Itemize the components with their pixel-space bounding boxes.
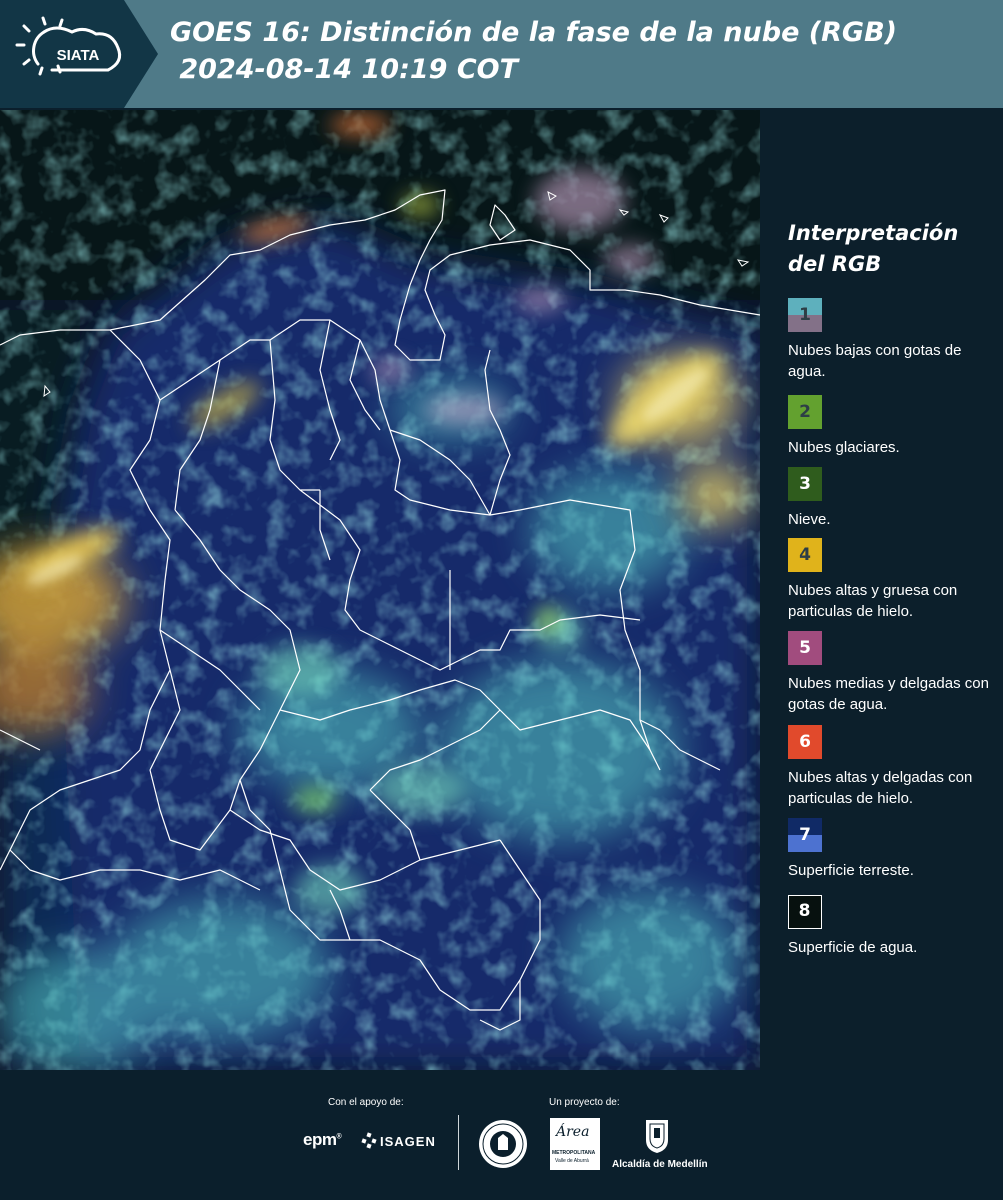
legend-item-8: 8 Superficie de agua. (788, 895, 998, 958)
support-label: Con el apoyo de: (328, 1097, 404, 1108)
header-bar: SIATA GOES 16: Distinción de la fase de … (0, 0, 1003, 108)
legend-item-4: 4 Nubes altas y gruesa con particulas de… (788, 538, 998, 622)
legend-label-6: Nubes altas y delgadas con particulas de… (788, 769, 973, 807)
epm-text: epm (303, 1130, 337, 1149)
alcaldia-label: Alcaldía de Medellín (612, 1159, 708, 1170)
legend-label-2: Nubes glaciares. (788, 439, 900, 456)
municipality-seal (477, 1118, 529, 1175)
title-line-1: GOES 16: Distinción de la fase de la nub… (170, 17, 897, 48)
legend-number-4: 4 (799, 545, 811, 565)
epm-logo: epm® (303, 1130, 342, 1149)
alcaldia-shield-icon (644, 1118, 670, 1159)
footer: Con el apoyo de: Un proyecto de: epm® IS… (0, 1070, 1003, 1200)
legend-item-1: 1 Nubes bajas con gotas de agua. (788, 298, 998, 382)
legend-item-5: 5 Nubes medias y delgadas con gotas de a… (788, 631, 998, 715)
legend-label-7: Superficie terreste. (788, 862, 914, 879)
legend-item-3: 3 Nieve. (788, 467, 998, 530)
project-label: Un proyecto de: (549, 1097, 620, 1108)
isagen-text: ISAGEN (380, 1134, 436, 1149)
legend-number-1: 1 (799, 305, 811, 325)
legend-title: Interpretación del RGB (788, 221, 959, 276)
legend-swatch-4: 4 (788, 538, 822, 572)
legend-item-7: 7 Superficie terreste. (788, 818, 998, 881)
isagen-icon (361, 1132, 377, 1149)
area-metropolitana-logo: Área METROPOLITANA Valle de Aburrá (550, 1118, 600, 1170)
legend-number-8: 8 (798, 901, 811, 921)
legend-number-2: 2 (799, 402, 811, 422)
legend-label-4: Nubes altas y gruesa con particulas de h… (788, 582, 958, 620)
legend-number-3: 3 (799, 474, 811, 494)
legend-swatch-1: 1 (788, 298, 822, 332)
footer-divider (458, 1115, 459, 1170)
legend-item-2: 2 Nubes glaciares. (788, 395, 998, 458)
legend-item-6: 6 Nubes altas y delgadas con particulas … (788, 725, 998, 809)
title-line-2: 2024-08-14 10:19 COT (170, 54, 519, 85)
area-sub-1: METROPOLITANA (552, 1150, 596, 1156)
legend-label-1: Nubes bajas con gotas de agua. (788, 342, 962, 380)
legend-swatch-3: 3 (788, 467, 822, 501)
legend-swatch-8: 8 (788, 895, 822, 929)
legend-swatch-5: 5 (788, 631, 822, 665)
legend-number-5: 5 (799, 638, 811, 658)
legend-number-7: 7 (799, 825, 811, 845)
page-title: GOES 16: Distinción de la fase de la nub… (170, 14, 897, 88)
satellite-map (0, 110, 760, 1070)
legend-swatch-6: 6 (788, 725, 822, 759)
area-sub-2: Valle de Aburrá (555, 1158, 589, 1164)
legend-label-8: Superficie de agua. (788, 939, 918, 956)
legend-swatch-7: 7 (788, 818, 822, 852)
legend-swatch-2: 2 (788, 395, 822, 429)
siata-logo: SIATA (0, 0, 158, 108)
area-name: Área (556, 1124, 590, 1140)
legend-label-3: Nieve. (788, 511, 831, 528)
legend-label-5: Nubes medias y delgadas con gotas de agu… (788, 675, 989, 713)
logo-text: SIATA (57, 47, 100, 64)
legend-number-6: 6 (799, 732, 811, 752)
legend-panel: Interpretación del RGB 1 Nubes bajas con… (760, 110, 1003, 1070)
